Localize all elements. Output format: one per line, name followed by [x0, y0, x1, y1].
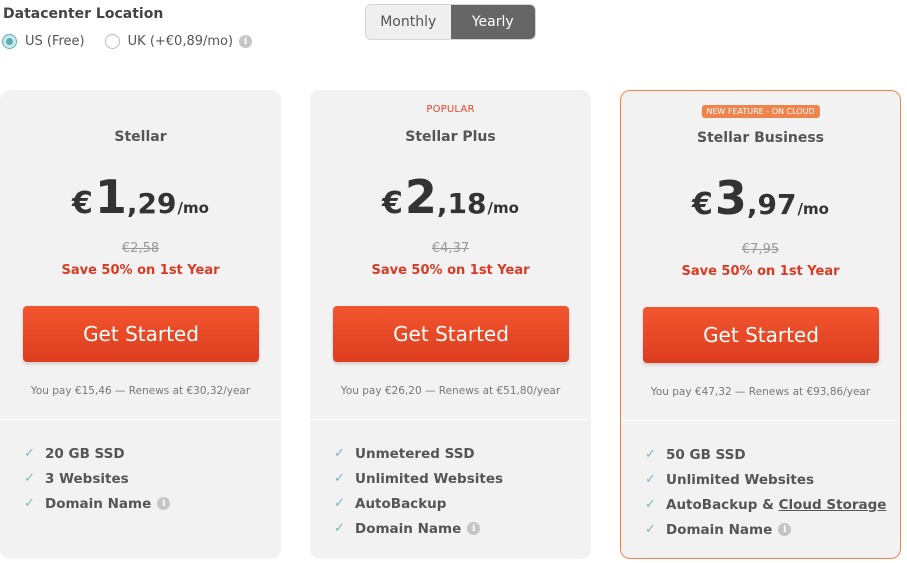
info-icon[interactable]: i: [157, 497, 171, 510]
feature-item: ✓ Unlimited Websites: [334, 466, 503, 491]
pay-note: You pay €15,46 — Renews at €30,32/year: [30, 385, 251, 397]
price-whole: 1: [94, 170, 127, 224]
feature-label: Unlimited Websites: [355, 470, 504, 487]
datacenter-option-uk[interactable]: UK (+€0,89/mo) i: [104, 34, 253, 49]
get-started-button[interactable]: Get Started: [643, 307, 879, 363]
price-cents: ,29: [126, 187, 177, 220]
price-currency: €: [692, 187, 713, 222]
check-icon: ✓: [24, 496, 35, 511]
check-icon: ✓: [334, 521, 345, 536]
price-period: /mo: [487, 199, 519, 217]
feature-list: ✓ 50 GB SSD ✓ Unlimited Websites ✓ AutoBack…: [645, 442, 886, 542]
feature-item: ✓ Domain Name i: [645, 517, 886, 542]
pay-note: You pay €47,32 — Renews at €93,86/year: [650, 386, 871, 398]
info-icon[interactable]: i: [778, 523, 792, 536]
divider: [0, 419, 281, 420]
datacenter-option-uk-label: UK (+€0,89/mo): [127, 34, 234, 49]
get-started-button[interactable]: Get Started: [333, 306, 569, 362]
feature-list: ✓ Unmetered SSD ✓ Unlimited Websites ✓ Auto…: [334, 441, 503, 541]
feature-item: ✓ 20 GB SSD: [24, 441, 170, 466]
divider: [621, 420, 900, 421]
plan-price: € 1 ,29 /mo: [0, 170, 281, 224]
check-icon: ✓: [645, 522, 656, 537]
feature-label: Unlimited Websites: [666, 471, 815, 488]
new-feature-badge: NEW FEATURE - ON CLOUD: [701, 105, 820, 118]
yearly-toggle-button[interactable]: Yearly: [450, 5, 535, 39]
feature-item: ✓ Unmetered SSD: [334, 441, 503, 466]
check-icon: ✓: [334, 446, 345, 461]
check-icon: ✓: [645, 447, 656, 462]
plan-name: Stellar Plus: [405, 129, 496, 145]
check-icon: ✓: [334, 496, 345, 511]
datacenter-title: Datacenter Location: [3, 6, 164, 22]
price-whole: 2: [404, 170, 437, 224]
feature-label: 20 GB SSD: [45, 445, 125, 462]
price-cents: ,97: [746, 188, 797, 221]
plan-name: Stellar Business: [697, 130, 824, 146]
plan-card-stellar-business: NEW FEATURE - ON CLOUD Stellar Business …: [620, 90, 901, 559]
check-icon: ✓: [645, 497, 656, 512]
feature-label: 50 GB SSD: [666, 446, 746, 463]
check-icon: ✓: [24, 446, 35, 461]
feature-item: ✓ 3 Websites: [24, 466, 170, 491]
plan-price: € 3 ,97 /mo: [621, 171, 900, 225]
feature-item: ✓ AutoBackup & Cloud Storage: [645, 492, 886, 517]
popular-badge: POPULAR: [426, 104, 475, 115]
feature-label: 3 Websites: [45, 470, 129, 487]
feature-item: ✓ 50 GB SSD: [645, 442, 886, 467]
get-started-button[interactable]: Get Started: [23, 306, 259, 362]
plan-name: Stellar: [114, 129, 167, 145]
billing-toggle: Monthly Yearly: [365, 4, 536, 40]
plan-price: € 2 ,18 /mo: [310, 170, 591, 224]
save-label: Save 50% on 1st Year: [371, 263, 530, 278]
check-icon: ✓: [334, 471, 345, 486]
divider: [310, 419, 591, 420]
info-icon[interactable]: i: [467, 522, 481, 535]
old-price: €7,95: [741, 242, 780, 257]
old-price: €4,37: [431, 241, 470, 256]
feature-item: ✓ Domain Name i: [24, 491, 171, 516]
price-cents: ,18: [436, 187, 487, 220]
price-whole: 3: [714, 171, 747, 225]
plan-card-stellar: Stellar € 1 ,29 /mo €2,58 Save 50% on 1s…: [0, 90, 281, 559]
price-period: /mo: [177, 199, 209, 217]
plan-card-stellar-plus: POPULAR Stellar Plus € 2 ,18 /mo €4,37 S…: [310, 90, 591, 559]
radio-unchecked-icon[interactable]: [104, 34, 120, 49]
feature-list: ✓ 20 GB SSD ✓ 3 Websites ✓ Domain Name i: [24, 441, 171, 516]
feature-item: ✓ Domain Name i: [334, 516, 503, 541]
datacenter-option-us-label: US (Free): [25, 34, 85, 49]
monthly-toggle-button[interactable]: Monthly: [366, 5, 451, 39]
save-label: Save 50% on 1st Year: [681, 264, 840, 279]
check-icon: ✓: [24, 471, 35, 486]
check-icon: ✓: [645, 472, 656, 487]
pay-note: You pay €26,20 — Renews at €51,80/year: [340, 385, 561, 397]
feature-label: Domain Name: [45, 495, 152, 512]
datacenter-options: US (Free) UK (+€0,89/mo) i: [2, 34, 272, 49]
feature-item: ✓ Unlimited Websites: [645, 467, 886, 492]
price-currency: €: [382, 186, 403, 221]
price-period: /mo: [797, 200, 829, 218]
radio-checked-icon[interactable]: [2, 34, 17, 49]
save-label: Save 50% on 1st Year: [61, 263, 220, 278]
feature-label: AutoBackup: [355, 495, 447, 512]
feature-item: ✓ AutoBackup: [334, 491, 503, 516]
feature-label: Domain Name: [666, 521, 773, 538]
info-icon[interactable]: i: [239, 35, 253, 48]
old-price: €2,58: [121, 241, 160, 256]
feature-label: AutoBackup &: [666, 496, 779, 513]
price-currency: €: [72, 186, 93, 221]
feature-label: Unmetered SSD: [355, 445, 475, 462]
cloud-storage-link[interactable]: Cloud Storage: [779, 497, 887, 513]
feature-label: Domain Name: [355, 520, 462, 537]
datacenter-option-us[interactable]: US (Free): [2, 34, 85, 49]
